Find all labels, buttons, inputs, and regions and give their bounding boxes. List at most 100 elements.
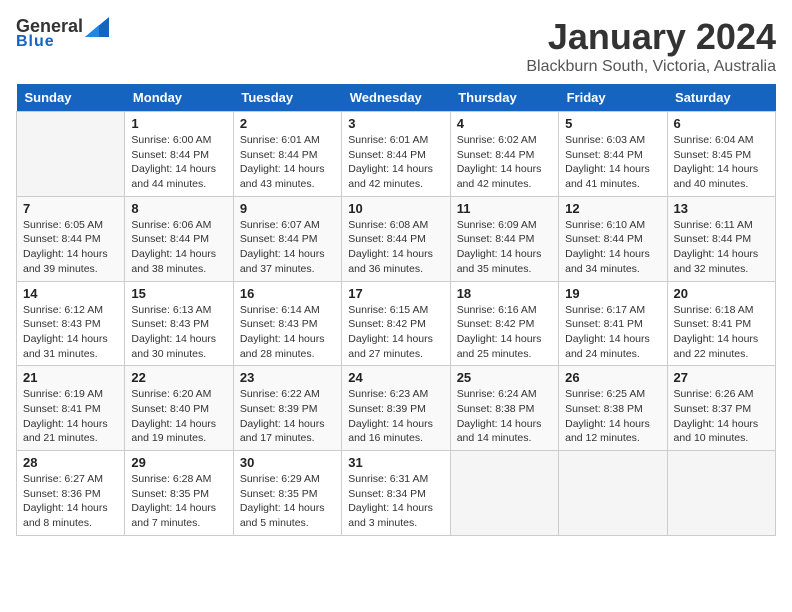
calendar-cell: 3 Sunrise: 6:01 AMSunset: 8:44 PMDaylight…	[342, 112, 450, 197]
day-info: Sunrise: 6:11 AMSunset: 8:44 PMDaylight:…	[674, 218, 769, 277]
day-info: Sunrise: 6:08 AMSunset: 8:44 PMDaylight:…	[348, 218, 443, 277]
day-number: 25	[457, 370, 552, 385]
calendar-cell: 22 Sunrise: 6:20 AMSunset: 8:40 PMDayligh…	[125, 366, 233, 451]
calendar-cell: 11Sunrise: 6:09 AMSunset: 8:44 PMDayligh…	[450, 196, 558, 281]
calendar-cell: 2 Sunrise: 6:01 AMSunset: 8:44 PMDaylight…	[233, 112, 341, 197]
day-info: Sunrise: 6:12 AMSunset: 8:43 PMDaylight:…	[23, 303, 118, 362]
day-info: Sunrise: 6:22 AMSunset: 8:39 PMDaylight:…	[240, 387, 335, 446]
day-info: Sunrise: 6:24 AMSunset: 8:38 PMDaylight:…	[457, 387, 552, 446]
header-cell-wednesday: Wednesday	[342, 84, 450, 112]
day-info: Sunrise: 6:14 AMSunset: 8:43 PMDaylight:…	[240, 303, 335, 362]
day-number: 21	[23, 370, 118, 385]
calendar-cell: 29Sunrise: 6:28 AMSunset: 8:35 PMDayligh…	[125, 451, 233, 536]
header-cell-thursday: Thursday	[450, 84, 558, 112]
calendar-cell: 20 Sunrise: 6:18 AMSunset: 8:41 PMDayligh…	[667, 281, 775, 366]
day-info: Sunrise: 6:01 AMSunset: 8:44 PMDaylight:…	[240, 133, 335, 192]
day-info: Sunrise: 6:04 AMSunset: 8:45 PMDaylight:…	[674, 133, 769, 192]
calendar-table: SundayMondayTuesdayWednesdayThursdayFrid…	[16, 84, 776, 536]
calendar-week-4: 28Sunrise: 6:27 AMSunset: 8:36 PMDayligh…	[17, 451, 776, 536]
calendar-cell: 5Sunrise: 6:03 AMSunset: 8:44 PMDaylight…	[559, 112, 667, 197]
month-title: January 2024	[526, 16, 776, 58]
day-number: 31	[348, 455, 443, 470]
calendar-header: SundayMondayTuesdayWednesdayThursdayFrid…	[17, 84, 776, 112]
day-info: Sunrise: 6:15 AMSunset: 8:42 PMDaylight:…	[348, 303, 443, 362]
calendar-cell: 21 Sunrise: 6:19 AMSunset: 8:41 PMDayligh…	[17, 366, 125, 451]
calendar-cell: 7 Sunrise: 6:05 AMSunset: 8:44 PMDaylight…	[17, 196, 125, 281]
day-number: 26	[565, 370, 660, 385]
day-number: 27	[674, 370, 769, 385]
calendar-cell: 19Sunrise: 6:17 AMSunset: 8:41 PMDayligh…	[559, 281, 667, 366]
calendar-cell: 27 Sunrise: 6:26 AMSunset: 8:37 PMDayligh…	[667, 366, 775, 451]
day-info: Sunrise: 6:18 AMSunset: 8:41 PMDaylight:…	[674, 303, 769, 362]
calendar-cell	[17, 112, 125, 197]
calendar-cell: 14 Sunrise: 6:12 AMSunset: 8:43 PMDayligh…	[17, 281, 125, 366]
day-number: 29	[131, 455, 226, 470]
calendar-week-3: 21 Sunrise: 6:19 AMSunset: 8:41 PMDayligh…	[17, 366, 776, 451]
calendar-cell: 30Sunrise: 6:29 AMSunset: 8:35 PMDayligh…	[233, 451, 341, 536]
calendar-cell	[667, 451, 775, 536]
calendar-cell: 12Sunrise: 6:10 AMSunset: 8:44 PMDayligh…	[559, 196, 667, 281]
calendar-cell: 1Sunrise: 6:00 AMSunset: 8:44 PMDaylight…	[125, 112, 233, 197]
day-info: Sunrise: 6:07 AMSunset: 8:44 PMDaylight:…	[240, 218, 335, 277]
day-number: 16	[240, 286, 335, 301]
day-info: Sunrise: 6:26 AMSunset: 8:37 PMDaylight:…	[674, 387, 769, 446]
day-info: Sunrise: 6:13 AMSunset: 8:43 PMDaylight:…	[131, 303, 226, 362]
day-info: Sunrise: 6:25 AMSunset: 8:38 PMDaylight:…	[565, 387, 660, 446]
day-number: 7	[23, 201, 118, 216]
calendar-cell	[450, 451, 558, 536]
day-number: 17	[348, 286, 443, 301]
day-info: Sunrise: 6:03 AMSunset: 8:44 PMDaylight:…	[565, 133, 660, 192]
logo: General Blue	[16, 16, 109, 51]
day-number: 22	[131, 370, 226, 385]
day-number: 10	[348, 201, 443, 216]
day-info: Sunrise: 6:20 AMSunset: 8:40 PMDaylight:…	[131, 387, 226, 446]
day-info: Sunrise: 6:01 AMSunset: 8:44 PMDaylight:…	[348, 133, 443, 192]
calendar-body: 1Sunrise: 6:00 AMSunset: 8:44 PMDaylight…	[17, 112, 776, 536]
calendar-cell: 10 Sunrise: 6:08 AMSunset: 8:44 PMDayligh…	[342, 196, 450, 281]
day-number: 28	[23, 455, 118, 470]
location-title: Blackburn South, Victoria, Australia	[526, 58, 776, 76]
day-number: 14	[23, 286, 118, 301]
day-number: 4	[457, 116, 552, 131]
calendar-cell: 28Sunrise: 6:27 AMSunset: 8:36 PMDayligh…	[17, 451, 125, 536]
calendar-cell	[559, 451, 667, 536]
day-info: Sunrise: 6:31 AMSunset: 8:34 PMDaylight:…	[348, 472, 443, 531]
day-number: 12	[565, 201, 660, 216]
calendar-cell: 26 Sunrise: 6:25 AMSunset: 8:38 PMDayligh…	[559, 366, 667, 451]
day-number: 20	[674, 286, 769, 301]
day-number: 2	[240, 116, 335, 131]
day-info: Sunrise: 6:02 AMSunset: 8:44 PMDaylight:…	[457, 133, 552, 192]
day-number: 19	[565, 286, 660, 301]
day-number: 15	[131, 286, 226, 301]
day-info: Sunrise: 6:19 AMSunset: 8:41 PMDaylight:…	[23, 387, 118, 446]
day-info: Sunrise: 6:05 AMSunset: 8:44 PMDaylight:…	[23, 218, 118, 277]
title-section: January 2024 Blackburn South, Victoria, …	[526, 16, 776, 76]
calendar-cell: 13 Sunrise: 6:11 AMSunset: 8:44 PMDayligh…	[667, 196, 775, 281]
calendar-cell: 9 Sunrise: 6:07 AMSunset: 8:44 PMDaylight…	[233, 196, 341, 281]
calendar-cell: 24 Sunrise: 6:23 AMSunset: 8:39 PMDayligh…	[342, 366, 450, 451]
calendar-cell: 25 Sunrise: 6:24 AMSunset: 8:38 PMDayligh…	[450, 366, 558, 451]
day-number: 30	[240, 455, 335, 470]
day-info: Sunrise: 6:09 AMSunset: 8:44 PMDaylight:…	[457, 218, 552, 277]
header-cell-sunday: Sunday	[17, 84, 125, 112]
calendar-cell: 23 Sunrise: 6:22 AMSunset: 8:39 PMDayligh…	[233, 366, 341, 451]
day-info: Sunrise: 6:06 AMSunset: 8:44 PMDaylight:…	[131, 218, 226, 277]
day-info: Sunrise: 6:00 AMSunset: 8:44 PMDaylight:…	[131, 133, 226, 192]
calendar-week-2: 14 Sunrise: 6:12 AMSunset: 8:43 PMDayligh…	[17, 281, 776, 366]
calendar-cell: 31 Sunrise: 6:31 AMSunset: 8:34 PMDayligh…	[342, 451, 450, 536]
calendar-cell: 8Sunrise: 6:06 AMSunset: 8:44 PMDaylight…	[125, 196, 233, 281]
calendar-cell: 4 Sunrise: 6:02 AMSunset: 8:44 PMDaylight…	[450, 112, 558, 197]
day-number: 18	[457, 286, 552, 301]
day-number: 13	[674, 201, 769, 216]
page-header: General Blue January 2024 Blackburn Sout…	[16, 16, 776, 76]
day-number: 3	[348, 116, 443, 131]
header-row: SundayMondayTuesdayWednesdayThursdayFrid…	[17, 84, 776, 112]
day-number: 23	[240, 370, 335, 385]
day-number: 9	[240, 201, 335, 216]
logo-icon	[85, 17, 109, 37]
calendar-cell: 15 Sunrise: 6:13 AMSunset: 8:43 PMDayligh…	[125, 281, 233, 366]
calendar-cell: 6Sunrise: 6:04 AMSunset: 8:45 PMDaylight…	[667, 112, 775, 197]
day-info: Sunrise: 6:16 AMSunset: 8:42 PMDaylight:…	[457, 303, 552, 362]
day-number: 24	[348, 370, 443, 385]
day-info: Sunrise: 6:23 AMSunset: 8:39 PMDaylight:…	[348, 387, 443, 446]
